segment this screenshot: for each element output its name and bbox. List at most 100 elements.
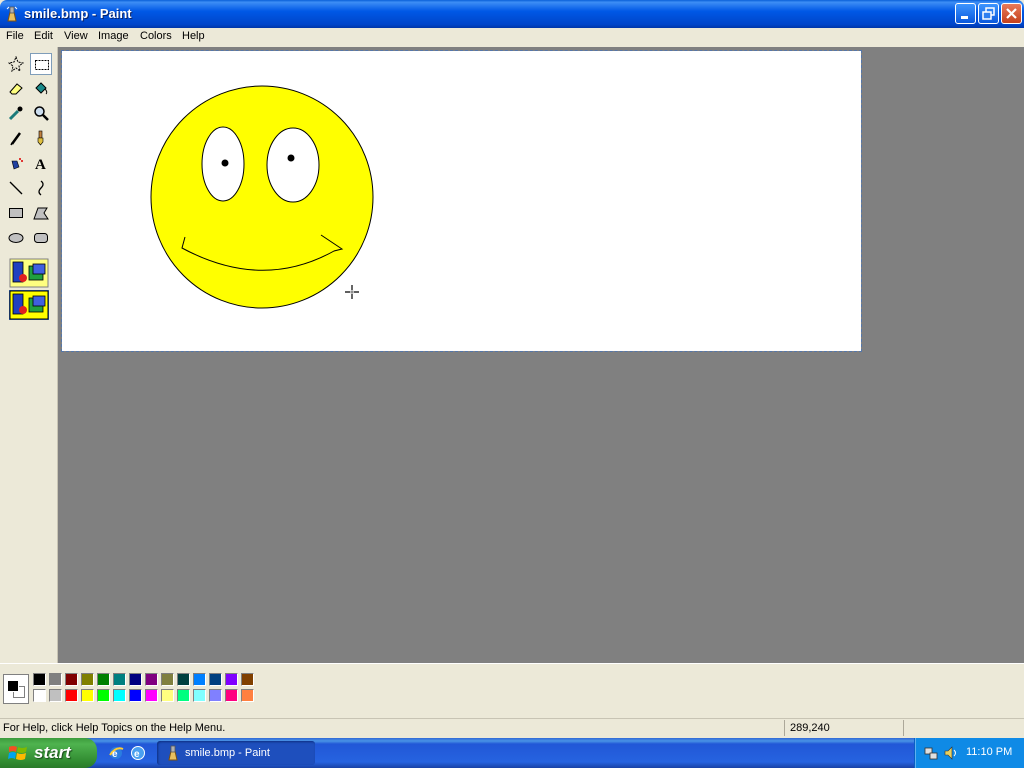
- tool-polygon[interactable]: [30, 202, 52, 224]
- taskbar: start e e smile.bmp - Paint 11:10 PM: [0, 738, 1024, 768]
- palette-swatch[interactable]: [49, 673, 62, 686]
- crosshair-cursor-icon: [345, 285, 359, 299]
- svg-text:e: e: [134, 749, 140, 760]
- curve-icon: [38, 180, 44, 196]
- rounded-rectangle-icon: [34, 233, 48, 243]
- paint-app-icon: [168, 745, 178, 761]
- menu-colors[interactable]: Colors: [140, 30, 172, 42]
- smiley-right-eye: [266, 127, 320, 203]
- transparent-background-option[interactable]: [9, 290, 49, 320]
- restore-button[interactable]: [978, 3, 999, 24]
- internet-explorer-icon[interactable]: e: [107, 744, 125, 762]
- volume-icon[interactable]: [943, 745, 959, 761]
- tool-airbrush[interactable]: [5, 152, 27, 174]
- show-desktop-icon[interactable]: e: [129, 744, 147, 762]
- palette-swatch[interactable]: [241, 673, 254, 686]
- current-colors-indicator[interactable]: [3, 674, 29, 704]
- tool-rounded-rectangle[interactable]: [30, 227, 52, 249]
- palette-swatch[interactable]: [113, 689, 126, 702]
- opaque-background-option[interactable]: [9, 258, 49, 288]
- tool-pencil[interactable]: [5, 127, 27, 149]
- palette-swatch[interactable]: [33, 689, 46, 702]
- windows-logo-icon: [8, 746, 27, 760]
- color-box: [0, 663, 1024, 714]
- tool-eraser[interactable]: [5, 77, 27, 99]
- brush-icon: [37, 130, 44, 146]
- workspace: [58, 47, 1024, 663]
- svg-text:e: e: [112, 749, 118, 760]
- tool-ellipse[interactable]: [5, 227, 27, 249]
- palette-swatch[interactable]: [65, 689, 78, 702]
- menu-image[interactable]: Image: [98, 30, 129, 42]
- line-icon: [9, 181, 23, 195]
- title-bar[interactable]: smile.bmp - Paint: [0, 0, 1024, 28]
- menu-bar: File Edit View Image Colors Help: [0, 28, 1024, 46]
- palette-swatch[interactable]: [225, 673, 238, 686]
- network-icon[interactable]: [923, 745, 939, 761]
- palette-swatch[interactable]: [129, 689, 142, 702]
- palette-swatch[interactable]: [81, 673, 94, 686]
- toolbox: A: [0, 47, 58, 663]
- tool-curve[interactable]: [30, 177, 52, 199]
- paint-app-icon[interactable]: [5, 6, 19, 22]
- tool-fill-with-color[interactable]: [30, 77, 52, 99]
- tool-select[interactable]: [30, 53, 52, 75]
- eyedropper-icon: [8, 106, 23, 121]
- palette-swatch[interactable]: [209, 689, 222, 702]
- palette-swatch[interactable]: [225, 689, 238, 702]
- tool-brush[interactable]: [30, 127, 52, 149]
- polygon-icon: [33, 207, 49, 220]
- palette-swatch[interactable]: [177, 673, 190, 686]
- rectangle-icon: [9, 208, 23, 218]
- paint-bucket-icon: [35, 82, 48, 95]
- palette-swatch[interactable]: [145, 673, 158, 686]
- taskbar-paint-button[interactable]: smile.bmp - Paint: [157, 741, 315, 765]
- palette-swatch[interactable]: [193, 673, 206, 686]
- menu-view[interactable]: View: [64, 30, 88, 42]
- close-button[interactable]: [1001, 3, 1022, 24]
- drawing-canvas[interactable]: [61, 50, 862, 352]
- tool-pick-color[interactable]: [5, 102, 27, 124]
- taskbar-paint-label: smile.bmp - Paint: [185, 747, 270, 759]
- palette-swatch[interactable]: [113, 673, 126, 686]
- palette-swatch[interactable]: [161, 689, 174, 702]
- start-button[interactable]: start: [0, 738, 97, 768]
- restore-icon: [982, 7, 995, 20]
- magnifier-icon: [34, 106, 49, 121]
- menu-file[interactable]: File: [6, 30, 24, 42]
- tool-text[interactable]: A: [30, 152, 52, 174]
- close-icon: [1006, 8, 1017, 19]
- palette-swatch[interactable]: [209, 673, 222, 686]
- minimize-icon: [961, 16, 968, 19]
- smiley-face: [150, 85, 374, 309]
- palette-swatch[interactable]: [49, 689, 62, 702]
- palette-swatch[interactable]: [33, 673, 46, 686]
- minimize-button[interactable]: [955, 3, 976, 24]
- tool-rectangle[interactable]: [5, 202, 27, 224]
- svg-text:A: A: [35, 157, 46, 171]
- menu-help[interactable]: Help: [182, 30, 205, 42]
- palette-swatch[interactable]: [129, 673, 142, 686]
- palette-swatch[interactable]: [81, 689, 94, 702]
- tool-line[interactable]: [5, 177, 27, 199]
- status-help-text: For Help, click Help Topics on the Help …: [3, 722, 226, 734]
- start-label: start: [34, 743, 71, 762]
- palette-swatch[interactable]: [193, 689, 206, 702]
- palette-swatch[interactable]: [241, 689, 254, 702]
- text-icon: A: [35, 157, 46, 171]
- menu-edit[interactable]: Edit: [34, 30, 53, 42]
- tool-magnifier[interactable]: [30, 102, 52, 124]
- system-tray: 11:10 PM: [914, 738, 1024, 768]
- status-divider: [903, 720, 904, 736]
- palette-swatch[interactable]: [145, 689, 158, 702]
- palette-swatch[interactable]: [97, 689, 110, 702]
- palette-swatch[interactable]: [65, 673, 78, 686]
- status-divider: [784, 720, 785, 736]
- free-form-select-icon: [8, 56, 24, 72]
- palette-swatch[interactable]: [177, 689, 190, 702]
- tool-free-form-select[interactable]: [5, 53, 27, 75]
- palette-swatch[interactable]: [161, 673, 174, 686]
- window-title: smile.bmp - Paint: [24, 6, 132, 21]
- ellipse-icon: [8, 233, 24, 243]
- palette-swatch[interactable]: [97, 673, 110, 686]
